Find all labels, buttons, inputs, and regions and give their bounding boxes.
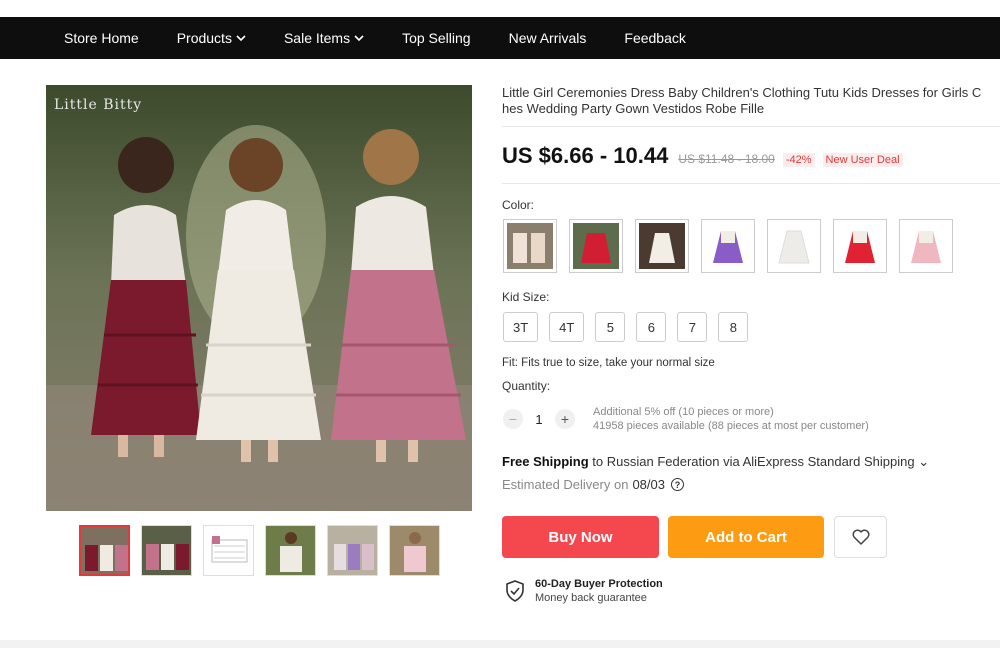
color-options — [503, 219, 965, 273]
thumbnail-1[interactable] — [79, 525, 130, 576]
heart-icon — [852, 529, 869, 545]
main-product-image[interactable]: Little Bitty — [46, 85, 472, 511]
shield-check-icon — [506, 580, 524, 602]
quantity-input[interactable]: 1 — [523, 412, 555, 427]
discount-badge: -42% — [782, 153, 815, 167]
thumbnail-6[interactable] — [389, 525, 440, 576]
delivery-label: Estimated Delivery on — [502, 477, 629, 492]
stock-availability: 41958 pieces available (88 pieces at mos… — [593, 420, 869, 432]
thumbnail-2[interactable] — [141, 525, 192, 576]
size-option-3t[interactable]: 3T — [503, 312, 539, 342]
quantity-info: Additional 5% off (10 pieces or more) 41… — [593, 405, 869, 433]
nav-feedback[interactable]: Feedback — [624, 30, 685, 46]
color-option-5[interactable] — [767, 219, 821, 273]
thumbnail-3[interactable] — [203, 525, 254, 576]
brand-watermark: Little Bitty — [54, 97, 143, 113]
quantity-decrease-button[interactable]: − — [503, 409, 523, 429]
nav-sale-items[interactable]: Sale Items — [284, 30, 364, 46]
product-title-line1: Little Girl Ceremonies Dress Baby Childr… — [502, 85, 982, 100]
nav-top-selling[interactable]: Top Selling — [402, 30, 471, 46]
original-price: US $11.48 - 18.00 — [678, 152, 775, 166]
nav-store-home[interactable]: Store Home — [64, 30, 139, 46]
size-option-6[interactable]: 6 — [636, 312, 667, 342]
color-option-6[interactable] — [833, 219, 887, 273]
chevron-down-icon — [354, 35, 364, 42]
new-user-deal-badge: New User Deal — [822, 153, 903, 167]
kid-size-label: Kid Size: — [502, 290, 550, 304]
size-options: 3T 4T 5 6 7 8 — [503, 312, 759, 342]
help-icon[interactable]: ? — [671, 478, 684, 491]
thumbnail-5[interactable] — [327, 525, 378, 576]
product-title: Little Girl Ceremonies Dress Baby Childr… — [502, 85, 1000, 117]
color-option-1[interactable] — [503, 219, 557, 273]
product-title-line2: hes Wedding Party Gown Vestidos Robe Fil… — [502, 101, 765, 116]
footer-divider — [0, 640, 1000, 648]
nav-new-arrivals-label: New Arrivals — [508, 30, 587, 46]
free-shipping-label: Free Shipping — [502, 454, 589, 469]
quantity-stepper: − 1 + Additional 5% off (10 pieces or mo… — [503, 405, 869, 433]
nav-products[interactable]: Products — [177, 30, 246, 46]
size-option-8[interactable]: 8 — [718, 312, 749, 342]
size-option-7[interactable]: 7 — [677, 312, 708, 342]
buy-now-button[interactable]: Buy Now — [502, 516, 659, 558]
divider — [502, 126, 1000, 127]
shipping-info[interactable]: Free Shipping to Russian Federation via … — [502, 454, 929, 470]
wishlist-button[interactable] — [834, 516, 887, 558]
nav-products-label: Products — [176, 30, 232, 46]
protection-subtitle: Money back guarantee — [535, 592, 647, 604]
fit-note: Fit: Fits true to size, take your normal… — [502, 357, 715, 369]
color-option-7[interactable] — [899, 219, 953, 273]
nav-sale-items-label: Sale Items — [283, 30, 351, 46]
color-option-4[interactable] — [701, 219, 755, 273]
color-label: Color: — [502, 198, 535, 212]
chevron-down-icon — [236, 35, 246, 42]
nav-top-selling-label: Top Selling — [402, 30, 471, 46]
quantity-increase-button[interactable]: + — [555, 409, 575, 429]
thumbnail-strip — [79, 525, 451, 576]
delivery-date: 08/03 — [632, 477, 665, 492]
price-row: US $6.66 - 10.44 US $11.48 - 18.00 -42% … — [502, 143, 903, 169]
add-to-cart-button[interactable]: Add to Cart — [668, 516, 824, 558]
store-nav-bar: Store Home Products Sale Items Top Selli… — [0, 17, 1000, 59]
size-option-4t[interactable]: 4T — [549, 312, 585, 342]
estimated-delivery: Estimated Delivery on 08/03 ? — [502, 477, 684, 492]
product-photo — [46, 85, 472, 511]
shipping-destination: to Russian Federation via AliExpress Sta… — [588, 454, 930, 469]
current-price: US $6.66 - 10.44 — [502, 143, 669, 168]
nav-new-arrivals[interactable]: New Arrivals — [509, 30, 587, 46]
nav-feedback-label: Feedback — [624, 30, 686, 46]
size-option-5[interactable]: 5 — [595, 312, 626, 342]
nav-store-home-label: Store Home — [64, 30, 139, 46]
bulk-discount-note: Additional 5% off (10 pieces or more) — [593, 406, 774, 418]
color-option-2[interactable] — [569, 219, 623, 273]
protection-title: 60-Day Buyer Protection — [535, 578, 663, 590]
buyer-protection: 60-Day Buyer Protection Money back guara… — [505, 577, 663, 605]
quantity-label: Quantity: — [502, 379, 551, 393]
color-option-3[interactable] — [635, 219, 689, 273]
divider — [502, 183, 1000, 184]
thumbnail-4[interactable] — [265, 525, 316, 576]
